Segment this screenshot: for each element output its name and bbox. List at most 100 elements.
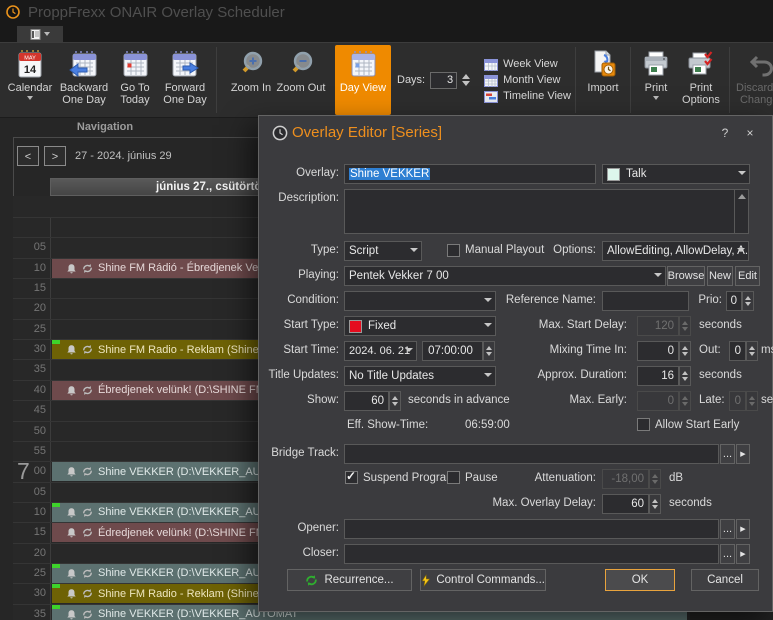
discard-all-changes-button[interactable]: Discard All Changes [734, 45, 773, 115]
bridge-track-input[interactable] [344, 444, 719, 464]
type-select[interactable]: Script [344, 241, 422, 261]
zoom-in-button[interactable]: Zoom In [227, 45, 275, 115]
start-date-select[interactable]: 2024. 06. 21 [344, 341, 417, 361]
overlay-name-input[interactable]: Shine VEKKER [344, 164, 596, 184]
event-status-marker [52, 503, 60, 507]
time-gutter-label: 05 [13, 237, 46, 257]
day-view-button[interactable]: Day View [335, 45, 391, 115]
max-early-label: Max. Early: [499, 394, 627, 406]
list-menu-icon [30, 29, 41, 40]
edit-button[interactable]: Edit [735, 266, 760, 286]
pause-checkbox[interactable] [447, 471, 460, 484]
options-select[interactable]: AllowEditing, AllowDelay, A... [602, 241, 749, 261]
dialog-title: Overlay Editor [Series] [292, 124, 442, 141]
playing-select[interactable]: Pentek Vekker 7 00 [344, 266, 666, 286]
overlay-category-select[interactable]: Talk [602, 164, 750, 184]
forward-one-day-button[interactable]: Forward One Day [158, 45, 212, 115]
bell-icon [66, 507, 77, 518]
attenuation-spinner[interactable]: -18,00 [602, 469, 649, 489]
opener-browse-button[interactable]: ... [720, 519, 735, 539]
max-overlay-delay-spinner[interactable]: 60 [602, 494, 649, 514]
event-title: Shine FM Rádió - Ébredjenek Velünk! [98, 262, 281, 274]
recurrence-button[interactable]: Recurrence... [287, 569, 412, 591]
cancel-button[interactable]: Cancel [691, 569, 759, 591]
closer-label: Closer: [259, 547, 339, 559]
opener-play-button[interactable]: ▶ [736, 519, 750, 539]
close-icon[interactable]: × [742, 126, 758, 140]
scrollbar[interactable] [734, 190, 748, 233]
down-arrow-icon [682, 402, 688, 406]
mixing-out-spinner[interactable]: 0 [729, 341, 746, 361]
closer-play-button[interactable]: ▶ [736, 544, 750, 564]
browse-button[interactable]: Browse [667, 266, 705, 286]
start-time-spinner[interactable]: 07:00:00 [422, 341, 483, 361]
title-updates-select[interactable]: No Title Updates [344, 366, 496, 386]
lightning-icon [421, 574, 430, 587]
playing-label: Playing: [259, 269, 339, 281]
start-time-arrows[interactable] [483, 341, 495, 361]
new-button[interactable]: New [707, 266, 733, 286]
week-view-button[interactable]: Week View [484, 58, 571, 71]
show-spinner[interactable]: 60 [344, 391, 389, 411]
prio-spinner[interactable]: 0 [726, 291, 742, 311]
ok-button[interactable]: OK [605, 569, 675, 591]
chevron-down-icon [738, 171, 746, 175]
overlay-editor-dialog: Overlay Editor [Series] ? × Overlay: Shi… [258, 115, 773, 612]
prio-spinner-arrows[interactable] [742, 291, 754, 311]
refresh-icon [82, 568, 93, 579]
event-status-marker [52, 564, 60, 568]
days-spinner-arrows[interactable] [462, 74, 470, 86]
mixing-in-spinner[interactable]: 0 [637, 341, 679, 361]
timeline-view-button[interactable]: Timeline View [484, 90, 571, 103]
max-start-delay-unit: seconds [699, 319, 742, 331]
print-options-button[interactable]: Print Options [677, 45, 725, 115]
days-spinner[interactable]: 3 [430, 72, 457, 89]
menu-tab[interactable] [17, 26, 63, 42]
start-type-select[interactable]: Fixed [344, 316, 496, 336]
bridge-track-play-button[interactable]: ▶ [736, 444, 750, 464]
max-start-delay-arrows[interactable] [679, 316, 691, 336]
attenuation-arrows[interactable] [649, 469, 661, 489]
backward-one-day-button[interactable]: Backward One Day [56, 45, 112, 115]
late-arrows[interactable] [746, 391, 758, 411]
approx-duration-arrows[interactable] [679, 366, 691, 386]
max-start-delay-spinner[interactable]: 120 [637, 316, 679, 336]
max-overlay-delay-arrows[interactable] [649, 494, 661, 514]
prev-range-button[interactable]: < [17, 146, 39, 166]
reference-name-input[interactable] [602, 291, 689, 311]
condition-select[interactable] [344, 291, 496, 311]
next-range-button[interactable]: > [44, 146, 66, 166]
opener-input[interactable] [344, 519, 719, 539]
time-gutter-label: 25 [13, 319, 46, 339]
max-early-spinner[interactable]: 0 [637, 391, 679, 411]
go-to-today-button[interactable]: Go To Today [112, 45, 158, 115]
allow-start-early-label: Allow Start Early [655, 419, 739, 431]
help-button[interactable]: ? [717, 126, 733, 140]
manual-playout-checkbox[interactable] [447, 244, 460, 257]
control-commands-button[interactable]: Control Commands... [420, 569, 546, 591]
closer-browse-button[interactable]: ... [720, 544, 735, 564]
allow-start-early-checkbox[interactable] [637, 418, 650, 431]
refresh-icon [82, 609, 93, 620]
mixing-in-arrows[interactable] [679, 341, 691, 361]
show-label: Show: [259, 394, 339, 406]
show-arrows[interactable] [389, 391, 401, 411]
time-gutter-label: 30 [13, 339, 46, 359]
import-button[interactable]: Import [580, 45, 626, 115]
approx-duration-label: Approx. Duration: [499, 369, 627, 381]
refresh-icon [82, 507, 93, 518]
calendar-button[interactable]: MAY 14 Calendar [4, 45, 56, 115]
month-view-button[interactable]: Month View [484, 74, 571, 87]
closer-input[interactable] [344, 544, 719, 564]
mixing-out-arrows[interactable] [746, 341, 758, 361]
zoom-out-button[interactable]: Zoom Out [275, 45, 327, 115]
approx-duration-spinner[interactable]: 16 [637, 366, 679, 386]
bridge-track-browse-button[interactable]: ... [720, 444, 735, 464]
suspend-program-checkbox[interactable] [345, 471, 358, 484]
description-textarea[interactable] [344, 189, 749, 234]
max-early-arrows[interactable] [679, 391, 691, 411]
print-button[interactable]: Print [635, 45, 677, 115]
chevron-down-icon [654, 273, 662, 277]
max-start-delay-label: Max. Start Delay: [499, 319, 627, 331]
late-spinner[interactable]: 0 [729, 391, 746, 411]
